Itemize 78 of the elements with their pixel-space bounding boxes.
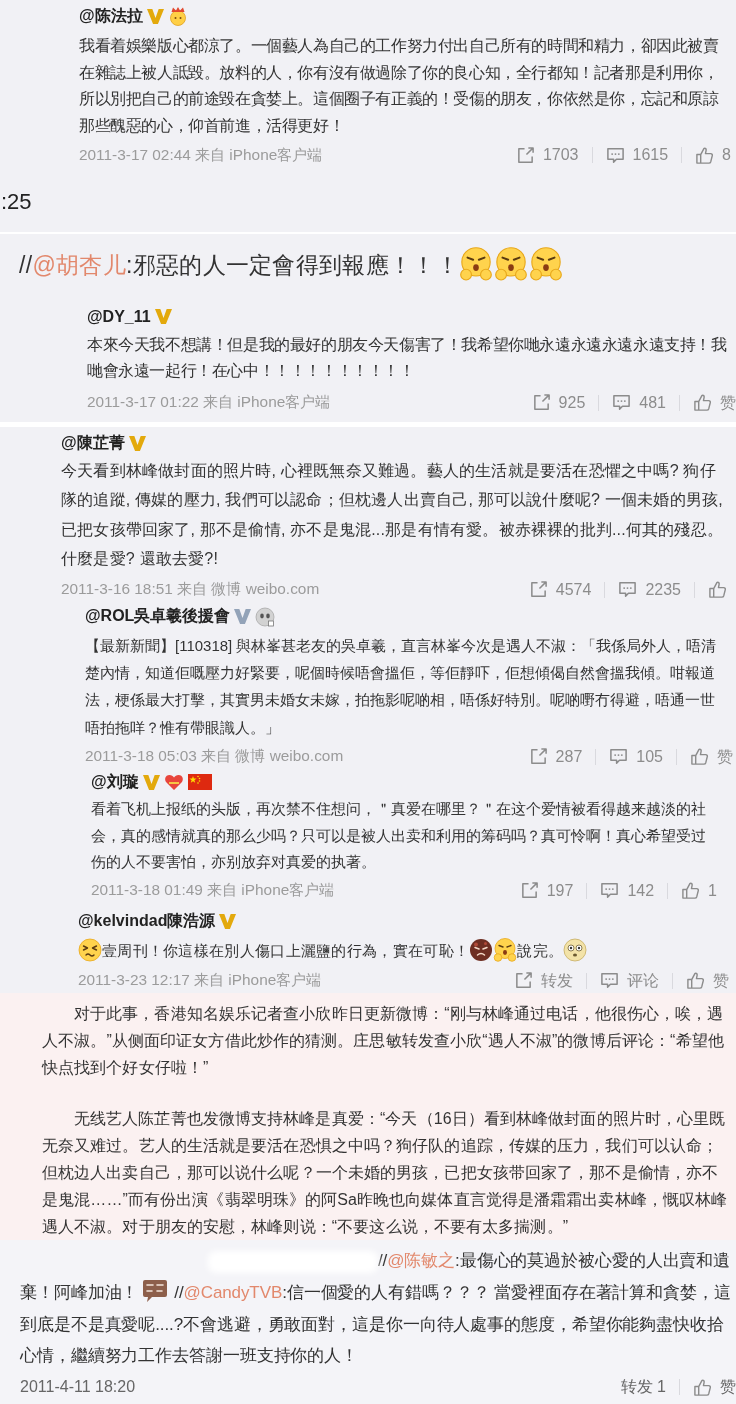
squinting-face-icon (78, 937, 102, 962)
share-icon (519, 881, 539, 901)
repost-button[interactable]: 1703 (515, 145, 579, 166)
speech-bubble-icon (142, 1278, 169, 1303)
share-icon (528, 580, 548, 600)
share-icon (515, 145, 535, 165)
post-meta: 2011-3-18 01:49 来自 iPhone客户端 (91, 880, 335, 901)
author-name[interactable]: @kelvindad陳浩源 (78, 911, 216, 933)
post-text: 今天看到林峰做封面的照片時, 心裡既無奈又難過。藝人的生活就是要活在恐懼之中嗎? 狗仔隊的追蹤, 傳媒的壓力, 我們可以認命；但枕邊人出賣自己, 那可以說什麼呢? 一個未婚的男孩, 已把女孩帶回家了, 那不是偷情, 亦不是鬼混...那是有情有愛。被赤裸裸的批判...何其的殘忍。什麼是愛? 還敢去愛?! (61, 460, 725, 570)
share-icon (531, 393, 551, 413)
repost-button[interactable]: 4574 (528, 579, 592, 600)
post-meta: 2011-3-17 01:22 来自 iPhone客户端 (87, 392, 331, 413)
post-meta: 2011-4-11 18:20 (20, 1378, 136, 1397)
author-name[interactable]: @陳芷菁 (61, 433, 125, 455)
comment-icon (600, 881, 620, 901)
like-button[interactable] (708, 580, 727, 600)
post-meta: 2011-3-17 02:44 来自 iPhone客户端 (79, 144, 323, 165)
flag-icon (187, 774, 212, 791)
post-meta: 2011-3-18 05:03 来自 微博 weibo.com (85, 746, 344, 767)
repost-button[interactable]: 287 (528, 746, 583, 767)
share-icon (514, 971, 533, 991)
share-icon (528, 747, 548, 767)
comment-icon (612, 393, 632, 413)
author-name[interactable]: @刘璇 (91, 771, 139, 793)
face-with-fists-icon (528, 246, 563, 281)
post-text: 壹周刊！你這樣在別人傷口上灑鹽的行為，實在可恥！ 說完。 (78, 937, 729, 964)
thumbs-up-icon (693, 393, 712, 413)
comment-icon (609, 747, 629, 767)
post-text: //@胡杏儿:邪惡的人一定會得到報應！！！ (19, 246, 736, 283)
comment-icon (600, 971, 619, 991)
comment-button[interactable]: 1615 (605, 145, 669, 166)
post-meta: 2011-3-23 12:17 来自 iPhone客户端 (78, 970, 322, 991)
heart-badge-icon (163, 772, 184, 793)
post-text: 我看着娛樂版心都涼了。一個藝人為自己的工作努力付出自己所有的時間和精力，卻因此被賣在雜誌上被人詆毀。放料的人，你有沒有做過除了你的良心知，全行都知！記者那是利用你，所以別把自己的前途毀在貪婪上。這個圈子有正義的！受傷的朋友，你依然是你，忘記和原諒那些醜惡的心，仰首前進，活得更好！ (79, 36, 720, 136)
thumbs-up-icon (686, 971, 705, 991)
post-text: 看着飞机上报纸的头版，再次禁不住想问，＂真爱在哪里？＂在这个爱情被看得越来越淡的社会，真的感情就真的那么少吗？只可以是被人出卖和利用的筹码吗？真可怜啊！真心希望受过伤的人不要害怕，亦别放弃对真爱的执著。 (91, 799, 707, 873)
face-badge-icon (255, 606, 276, 627)
post-meta: 2011-3-16 18:51 来自 微博 weibo.com (61, 579, 320, 600)
face-with-fists-icon (493, 937, 518, 962)
comment-button[interactable]: 105 (609, 746, 663, 767)
article-paragraph: 对于此事，香港知名娱乐记者查小欣昨日更新微博：“刚与林峰通过电话，他很伤心，唉，遇人不淑。”从侧面印证女方借此炒作的猜测。庄思敏转发查小欣“遇人不淑”的微博后评论：“希望他快点找到个好女仔啦！” (42, 1004, 725, 1079)
thumbs-up-icon (695, 145, 715, 165)
comment-button[interactable]: 2235 (618, 579, 681, 600)
comment-button[interactable]: 142 (600, 880, 655, 901)
thumbs-up-icon (708, 580, 727, 600)
like-button[interactable]: 8 (695, 145, 731, 166)
comment-icon (618, 580, 638, 600)
repost-button[interactable]: 转发 1 (620, 1377, 666, 1398)
like-button[interactable]: 赞 (693, 1377, 736, 1398)
thumbs-up-icon (681, 881, 701, 901)
like-button[interactable]: 赞 (693, 392, 736, 413)
repost-button[interactable]: 197 (519, 880, 574, 901)
repost-button[interactable]: 转发 (514, 970, 573, 991)
repost-button[interactable]: 925 (531, 392, 586, 413)
mention-link[interactable]: @胡杏儿 (32, 251, 126, 278)
post-text: 本來今天我不想講！但是我的最好的朋友今天傷害了！我希望你哋永遠永遠永遠永遠支持！我哋會永遠一起行！在心中！！！！！！！！！！ (87, 334, 728, 382)
thumbs-up-icon (690, 747, 709, 767)
face-with-fists-icon (458, 246, 493, 281)
thumbs-up-icon (693, 1377, 712, 1397)
wide-eyed-face-icon (563, 937, 588, 962)
mention-link[interactable]: @陈敏之 (387, 1251, 456, 1271)
fragment-text: :25 (1, 187, 32, 216)
angry-face-icon (469, 937, 494, 962)
mention-link[interactable]: @CandyTVB (183, 1282, 283, 1302)
author-name[interactable]: @陈法拉 (79, 5, 143, 27)
like-button[interactable]: 赞 (690, 746, 733, 767)
like-button[interactable]: 赞 (686, 970, 729, 991)
comment-button[interactable]: 评论 (600, 970, 659, 991)
article-paragraph: 无线艺人陈芷菁也发微博支持林峰是真爱：“今天（16日）看到林峰做封面的照片时，心里既无奈又难过。艺人的生活就是要活在恐惧之中吗？狗仔队的追踪，传媒的压力，我们可以认命；但枕边人出卖自己，那可以说什么呢？一个未婚的男孩，已把女孩带回家了，那不是偷情，亦不是鬼混……”而有份出演《翡翠明珠》的阿Sa昨晚也向媒体直言觉得是潘霜霜出卖林峰，慨叹林峰遇人不淑。对于朋友的安慰，林峰则说：“不要这么说，不要有太多揣测。” (42, 1109, 728, 1238)
crown-face-icon (167, 6, 188, 26)
comment-icon (605, 145, 625, 165)
post-text: //@陈敏之:最傷心的莫過於被心愛的人出賣和遺棄！阿峰加油！ //@CandyTVB:信一個愛的人有錯嗎？？？ 當愛裡面存在著計算和貪婪，這到底是不是真愛呢....?不會逃避，勇敢面對，這是你一向待人處事的態度，希望你能夠盡快收拾心情，繼續努力工作去答謝一班支持你的人！ (20, 1249, 732, 1368)
post-text: 【最新新聞】[110318] 與林峯甚老友的吳卓羲，直言林峯今次是遇人不淑：「我係局外人，唔清楚內情，知道佢嘅壓力好緊要，呢個時候唔會搵佢，等佢靜吓，佢想傾偈自然會搵我傾。咁報道法，梗係最大打擊，其實男未婚女未嫁，拍拖影呢啲相，唔係好特別。呢啲嘢冇得避，唔通一世唔拍拖咩？惟有帶眼識人。」 (85, 635, 718, 738)
comment-button[interactable]: 481 (612, 392, 666, 413)
author-name[interactable]: @DY_11 (87, 307, 151, 326)
like-button[interactable]: 1 (681, 880, 717, 901)
author-name[interactable]: @ROL吳卓羲後援會 (85, 606, 231, 628)
face-with-fists-icon (493, 246, 528, 281)
